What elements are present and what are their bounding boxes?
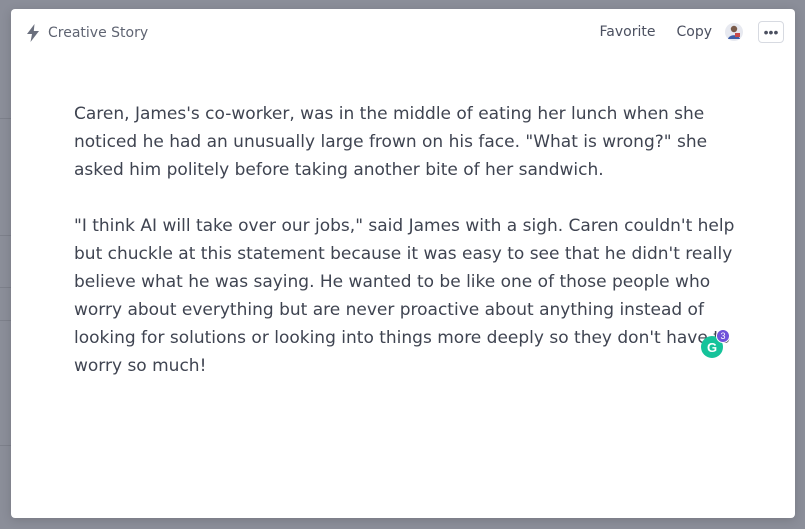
bolt-icon xyxy=(26,24,40,42)
grammarly-count-badge: 3 xyxy=(716,329,730,343)
story-modal: Creative Story Favorite Copy ••• Caren, … xyxy=(11,9,795,518)
story-paragraph: "I think AI will take over our jobs," sa… xyxy=(74,216,735,376)
story-content: Caren, James's co-worker, was in the mid… xyxy=(74,100,750,408)
story-paragraph: Caren, James's co-worker, was in the mid… xyxy=(74,104,708,180)
header-actions: Favorite Copy ••• xyxy=(600,21,784,43)
more-icon: ••• xyxy=(763,24,779,40)
more-options-button[interactable]: ••• xyxy=(758,21,784,43)
avatar[interactable] xyxy=(725,23,743,41)
modal-title: Creative Story xyxy=(48,25,149,41)
modal-title-group: Creative Story xyxy=(26,24,148,42)
favorite-button[interactable]: Favorite xyxy=(600,24,656,40)
copy-button[interactable]: Copy xyxy=(676,24,712,40)
modal-header: Creative Story Favorite Copy ••• xyxy=(11,9,795,59)
grammarly-icon: G xyxy=(706,339,718,355)
